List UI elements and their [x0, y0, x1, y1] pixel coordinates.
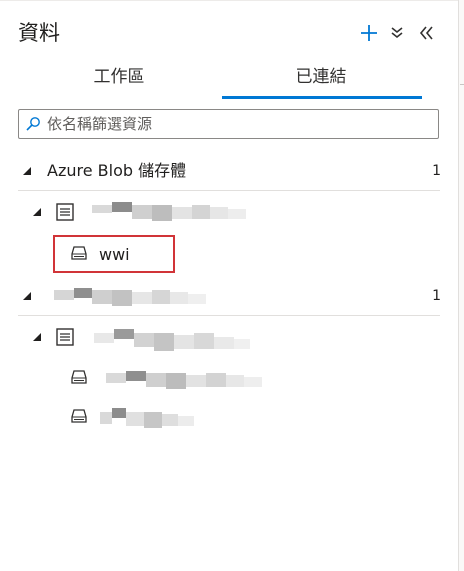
expanded-triangle-icon	[33, 208, 41, 216]
adjacent-pane-mark	[460, 84, 464, 85]
tree-item-container[interactable]	[56, 361, 316, 395]
tab-workspace[interactable]: 工作區	[18, 62, 220, 100]
adjacent-pane-edge	[459, 0, 464, 571]
expanded-triangle-icon	[33, 333, 41, 341]
redacted-name	[94, 327, 250, 351]
tree-item-storage-account[interactable]	[0, 321, 458, 355]
tree-item-storage-account[interactable]	[0, 196, 458, 230]
container-icon	[71, 370, 87, 384]
data-panel: 資料 工作區 已連結 Azure Blob 儲存體 1	[0, 0, 458, 571]
double-chevron-left-icon	[419, 26, 433, 40]
selected-tab-indicator	[222, 96, 422, 99]
tree-group-redacted[interactable]: 1	[0, 280, 458, 314]
group-count: 1	[432, 163, 441, 179]
plus-icon	[361, 25, 377, 41]
search-icon	[26, 117, 40, 131]
collapse-all-button[interactable]	[387, 20, 407, 46]
redacted-name	[106, 367, 262, 389]
hide-panel-button[interactable]	[416, 20, 438, 46]
tree-item-container[interactable]	[56, 400, 316, 434]
filter-box	[18, 109, 439, 139]
container-icon	[71, 409, 87, 423]
panel-title: 資料	[18, 21, 60, 45]
top-border	[0, 0, 458, 1]
expanded-triangle-icon	[23, 292, 31, 300]
group-label: Azure Blob 儲存體	[47, 161, 187, 180]
storage-account-icon	[56, 203, 74, 221]
container-label: wwi	[99, 245, 130, 264]
double-chevron-down-icon	[391, 27, 403, 39]
redacted-name	[54, 286, 208, 308]
group-count: 1	[432, 288, 441, 304]
add-resource-button[interactable]	[356, 20, 382, 46]
expanded-triangle-icon	[23, 167, 31, 175]
redacted-name	[100, 406, 196, 428]
tree-group-blob-storage[interactable]: Azure Blob 儲存體 1	[0, 155, 458, 189]
redacted-name	[92, 201, 246, 223]
divider	[18, 315, 440, 316]
filter-input[interactable]	[47, 112, 427, 136]
tab-linked[interactable]: 已連結	[220, 62, 422, 100]
storage-account-icon	[56, 328, 74, 346]
divider	[18, 190, 440, 191]
container-icon	[71, 246, 87, 260]
